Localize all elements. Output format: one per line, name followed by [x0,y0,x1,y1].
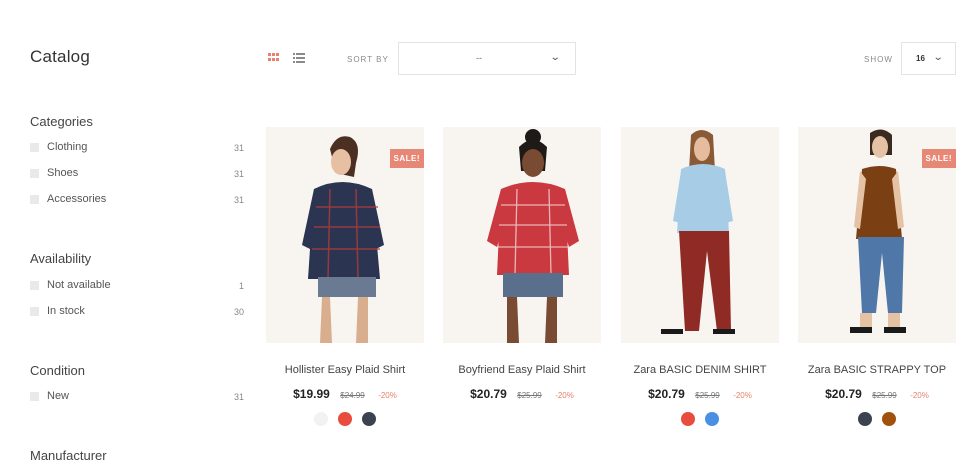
filter-item-not-available[interactable]: Not available 1 [30,279,244,293]
filter-item-label: Clothing [47,141,88,153]
product-card[interactable]: SALE! Zara BASIC STRAPPY TOP $20.79 $25.… [798,127,956,432]
show-label: SHOW [864,55,893,64]
filter-item-clothing[interactable]: Clothing 31 [30,141,244,155]
grid-view-icon[interactable] [268,53,280,63]
filter-item-new[interactable]: New 31 [30,390,244,404]
filter-item-label: In stock [47,305,85,317]
product-card[interactable]: Boyfriend Easy Plaid Shirt $20.79 $25.99… [443,127,601,432]
product-price: $20.79 [825,387,862,401]
color-swatch[interactable] [314,412,328,426]
color-swatches [621,412,779,426]
product-discount: -20% [378,391,397,400]
filter-item-label: Accessories [47,193,107,205]
product-price: $20.79 [470,387,507,401]
product-old-price: $25.99 [695,391,720,400]
product-old-price: $25.99 [517,391,542,400]
filter-item-shoes[interactable]: Shoes 31 [30,167,244,181]
product-name[interactable]: Hollister Easy Plaid Shirt [266,364,424,376]
sale-badge: SALE! [389,149,424,168]
sale-badge: SALE! [921,149,956,168]
color-swatch[interactable] [681,412,695,426]
color-swatch[interactable] [882,412,896,426]
filter-item-count: 1 [238,281,244,291]
sort-select-value: -- [476,53,482,63]
checkbox[interactable] [30,169,39,178]
checkbox[interactable] [30,307,39,316]
filter-item-count: 30 [233,307,244,317]
chevron-down-icon: ⌄ [549,52,561,63]
product-image[interactable] [443,127,601,343]
filter-item-label: New [47,390,70,402]
color-swatches [266,412,424,426]
filter-title-condition: Condition [30,363,85,378]
checkbox[interactable] [30,281,39,290]
product-name[interactable]: Boyfriend Easy Plaid Shirt [443,364,601,376]
product-card[interactable]: SALE! Hollister Easy Plaid Shirt $19.99 … [266,127,424,432]
product-image[interactable]: SALE! [266,127,424,343]
checkbox[interactable] [30,143,39,152]
product-price: $19.99 [293,387,330,401]
filter-title-manufacturer: Manufacturer [30,448,107,463]
sort-select[interactable]: -- ⌄ [398,42,576,75]
product-old-price: $24.99 [340,391,365,400]
color-swatch[interactable] [858,412,872,426]
filter-item-count: 31 [233,169,244,179]
product-discount: -20% [555,391,574,400]
product-name[interactable]: Zara BASIC STRAPPY TOP [798,364,956,376]
show-select[interactable]: 16 ⌄ [901,42,956,75]
list-view-icon[interactable] [293,53,305,63]
product-discount: -20% [733,391,752,400]
filter-item-count: 31 [233,195,244,205]
chevron-down-icon: ⌄ [932,52,944,63]
filter-item-accessories[interactable]: Accessories 31 [30,193,244,207]
product-discount: -20% [910,391,929,400]
product-old-price: $25.99 [872,391,897,400]
checkbox[interactable] [30,195,39,204]
color-swatches [798,412,956,426]
product-prices: $20.79 $25.99 -20% [621,385,779,403]
product-name[interactable]: Zara BASIC DENIM SHIRT [621,364,779,376]
filter-title-availability: Availability [30,251,92,266]
product-price: $20.79 [648,387,685,401]
page-title: Catalog [30,47,90,66]
filter-item-label: Not available [47,279,111,291]
product-image[interactable] [621,127,779,343]
color-swatch[interactable] [362,412,376,426]
product-image[interactable]: SALE! [798,127,956,343]
product-prices: $20.79 $25.99 -20% [443,385,601,403]
sort-by-label: SORT BY [347,55,389,64]
filter-title-categories: Categories [30,114,93,129]
filter-item-count: 31 [233,143,244,153]
color-swatch[interactable] [705,412,719,426]
show-select-value: 16 [916,54,925,63]
filter-item-in-stock[interactable]: In stock 30 [30,305,244,319]
filter-item-count: 31 [233,392,244,402]
product-prices: $19.99 $24.99 -20% [266,385,424,403]
checkbox[interactable] [30,392,39,401]
product-card[interactable]: Zara BASIC DENIM SHIRT $20.79 $25.99 -20… [621,127,779,432]
color-swatch[interactable] [338,412,352,426]
filter-item-label: Shoes [47,167,79,179]
product-prices: $20.79 $25.99 -20% [798,385,956,403]
